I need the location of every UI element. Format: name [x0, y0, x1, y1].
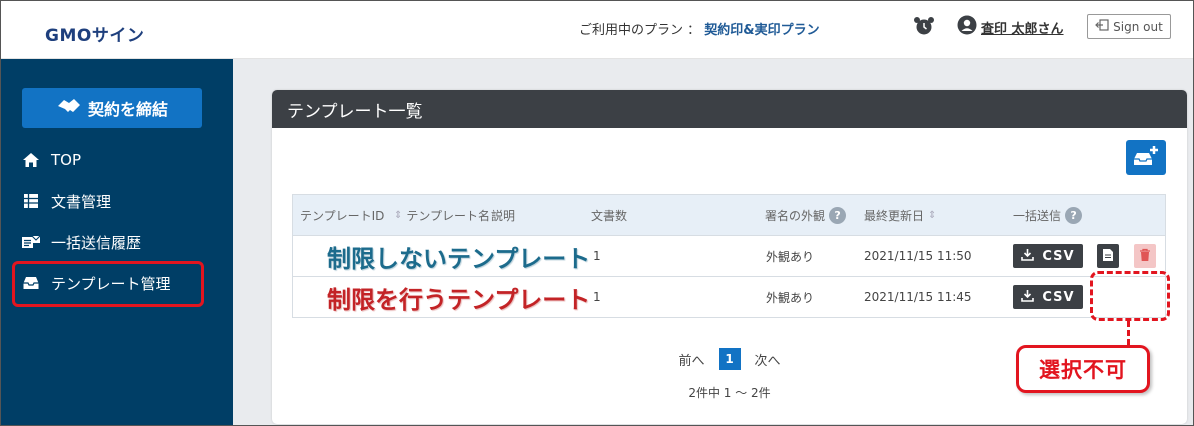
csv-cell: CSV — [1013, 236, 1083, 276]
sort-icon: ⇕ — [394, 209, 403, 221]
updated-value: 2021/11/15 11:45 — [864, 290, 972, 304]
current-page[interactable]: 1 — [718, 348, 741, 370]
annotation-callout: 選択不可 — [1016, 345, 1150, 393]
plan-name[interactable]: 契約印&実印プラン — [704, 23, 819, 38]
template-name[interactable]: 制限を行うテンプレート — [327, 277, 590, 317]
plan-info: ご利用中のプラン ： 契約印&実印プラン — [579, 19, 820, 38]
plan-label: ご利用中のプラン ： — [579, 23, 701, 38]
annotation-dashed-box — [1090, 271, 1170, 321]
handshake-icon — [56, 96, 82, 120]
top-header: GMOサイン ご利用中のプラン ： 契約印&実印プラン 査印 太郎さん Sign… — [1, 1, 1193, 59]
table-row[interactable]: 制限しないテンプレート 1 外観あり 2021/11/15 11:50 CSV — [293, 235, 1165, 276]
doc-count: 1 — [593, 249, 601, 263]
col-label: 最終更新日 — [864, 208, 925, 223]
sidebar-item-label: TOP — [51, 151, 82, 169]
col-updated[interactable]: 最終更新日 ⇕ — [864, 195, 936, 235]
table-row[interactable]: 制限を行うテンプレート 1 外観あり 2021/11/15 11:45 CSV — [293, 276, 1165, 317]
sidebar-item-label: 一括送信履歴 — [51, 233, 142, 252]
prev-page-link[interactable]: 前へ — [678, 350, 704, 369]
bulk-send-icon — [21, 232, 41, 252]
signout-label: Sign out — [1113, 19, 1163, 34]
home-icon — [21, 150, 41, 170]
col-label: テンプレート名 — [406, 208, 491, 223]
csv-label: CSV — [1042, 248, 1075, 264]
col-doc-count: 文書数 — [591, 195, 627, 235]
download-icon — [1021, 289, 1035, 306]
template-name[interactable]: 制限しないテンプレート — [327, 236, 590, 276]
next-page-link[interactable]: 次へ — [755, 350, 781, 369]
csv-label: CSV — [1042, 289, 1075, 305]
signout-icon — [1095, 19, 1109, 34]
document-button[interactable] — [1097, 244, 1119, 268]
doc-cell — [1097, 236, 1119, 276]
col-label: 説明 — [491, 208, 516, 223]
csv-download-button[interactable]: CSV — [1013, 285, 1083, 309]
add-template-button[interactable] — [1126, 140, 1166, 175]
sign-contract-label: 契約を締結 — [87, 100, 168, 119]
col-template-id[interactable]: テンプレートID — [300, 195, 384, 235]
csv-cell: CSV — [1013, 277, 1083, 317]
updated-value: 2021/11/15 11:50 — [864, 249, 972, 263]
card-title: テンプレート一覧 — [272, 90, 1187, 128]
col-description: 説明 — [491, 195, 515, 235]
template-table: テンプレートID ⇕ テンプレート名 説明 文書数 署名の外観 ? 最終更新日 … — [292, 194, 1166, 318]
sidebar-item-label: 文書管理 — [51, 192, 112, 211]
annotation-connector — [1127, 321, 1130, 345]
trash-icon — [1139, 248, 1151, 265]
user-name[interactable]: 査印 太郎さん — [981, 18, 1064, 37]
sidebar-item-bulk-history[interactable]: 一括送信履歴 — [21, 228, 141, 256]
help-icon[interactable]: ? — [1065, 206, 1083, 224]
col-template-name[interactable]: ⇕ テンプレート名 — [394, 195, 490, 235]
sidebar-item-top[interactable]: TOP — [21, 146, 81, 174]
document-icon — [1102, 248, 1114, 265]
appearance-value: 外観あり — [766, 249, 815, 264]
sidebar: 契約を締結 TOP 文書管理 一括送信履歴 テンプレート管理 — [1, 59, 233, 425]
logo[interactable]: GMOサイン — [45, 21, 144, 46]
col-bulk-send: 一括送信 ? — [1013, 195, 1083, 235]
delete-button[interactable] — [1134, 244, 1156, 268]
user-menu[interactable]: 査印 太郎さん — [957, 15, 1064, 39]
doc-count: 1 — [593, 290, 601, 304]
sign-contract-button[interactable]: 契約を締結 — [22, 88, 202, 128]
col-label: 一括送信 — [1013, 208, 1062, 223]
sort-icon: ⇕ — [928, 209, 937, 221]
col-label: 署名の外観 — [765, 208, 826, 223]
alarm-clock-icon[interactable] — [913, 15, 935, 37]
table-header: テンプレートID ⇕ テンプレート名 説明 文書数 署名の外観 ? 最終更新日 … — [293, 195, 1165, 235]
highlight-box — [12, 261, 204, 307]
appearance-value: 外観あり — [766, 290, 815, 305]
user-avatar-icon — [957, 15, 977, 39]
help-icon[interactable]: ? — [829, 206, 847, 224]
col-label: テンプレートID — [300, 208, 385, 223]
app-window: GMOサイン ご利用中のプラン ： 契約印&実印プラン 査印 太郎さん Sign… — [0, 0, 1194, 426]
download-icon — [1021, 248, 1035, 265]
table-icon — [21, 191, 41, 211]
signout-button[interactable]: Sign out — [1087, 14, 1171, 39]
csv-download-button[interactable]: CSV — [1013, 244, 1083, 268]
add-inbox-icon — [1132, 144, 1160, 172]
col-appearance: 署名の外観 ? — [765, 195, 847, 235]
sidebar-item-documents[interactable]: 文書管理 — [21, 187, 111, 215]
trash-cell — [1134, 236, 1156, 276]
col-label: 文書数 — [591, 208, 628, 223]
